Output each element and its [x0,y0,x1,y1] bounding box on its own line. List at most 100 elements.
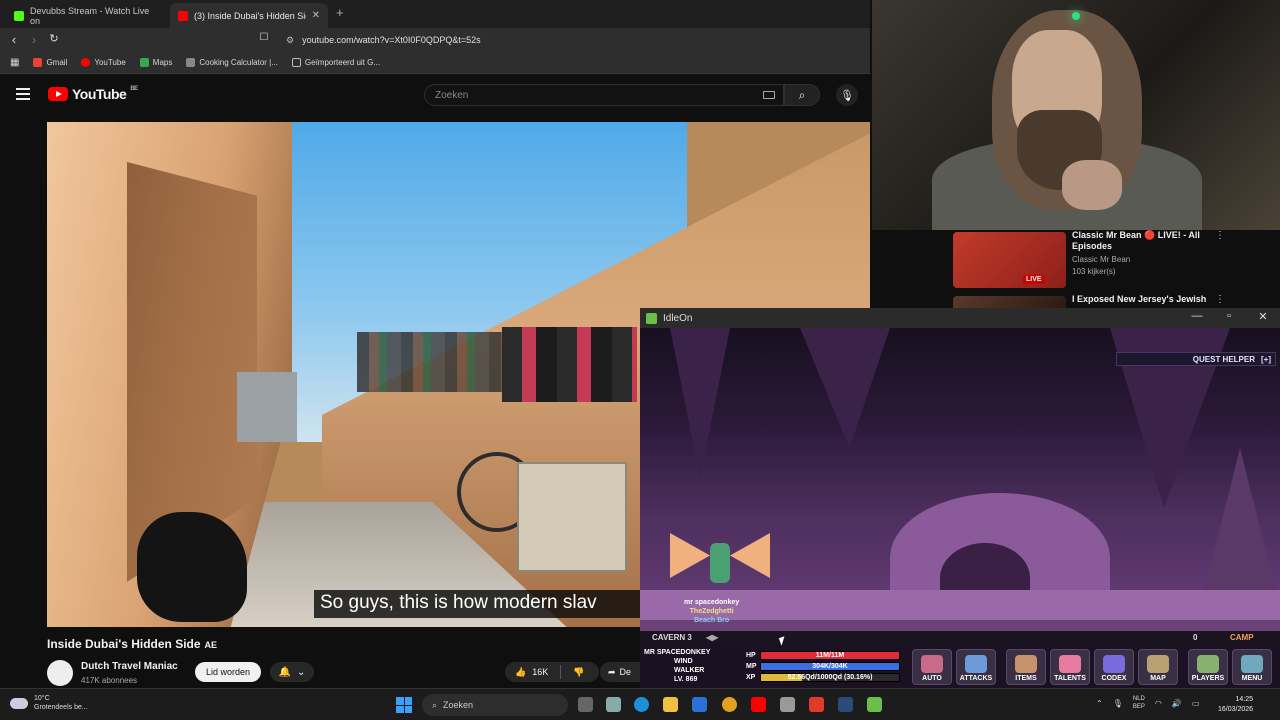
chevron-down-icon: ⌄ [297,666,306,678]
file-explorer-icon[interactable] [663,697,678,712]
webcam-overlay [872,0,1280,230]
bookmark-youtube[interactable]: YouTube [81,58,126,67]
idleon-titlebar[interactable]: IdleOn — ▫ ✕ [640,308,1280,328]
bookmarks-bar: ▦ Gmail YouTube Maps Cooking Calculator … [0,52,870,74]
mic-button[interactable]: 🎙 [836,84,858,106]
character-info: MR SPACEDONKEY WIND WALKER LV. 869 [644,649,711,683]
player-character[interactable] [670,528,770,598]
auto-button[interactable]: AUTO [912,649,952,685]
players-icon [1197,655,1219,673]
channel-avatar[interactable] [47,660,73,686]
weather-widget[interactable]: 10°C Grotendeels be... [10,694,88,712]
recommended-title: I Exposed New Jersey's Jewish [1072,294,1207,304]
idleon-window[interactable]: IdleOn — ▫ ✕ QUEST HELPER [+] mr spacedo… [640,308,1280,688]
calculator-icon[interactable] [780,697,795,712]
chevron-up-icon[interactable]: ⌃ [1096,699,1103,708]
attacks-button[interactable]: ATTACKS [956,649,996,685]
zone-arrows-icon[interactable]: ◀▶ [706,633,718,642]
items-button[interactable]: ITEMS [1006,649,1046,685]
player-count: 0 [1193,633,1198,642]
idleon-taskbar-icon[interactable] [867,697,882,712]
cloud-icon [10,697,28,709]
windows-taskbar: 10°C Grotendeels be... ⌕ Zoeken ⌃ 🎙 NLD BE… [0,688,1280,720]
codex-button[interactable]: CODEX [1094,649,1134,685]
like-dislike-button[interactable]: 👍 16K 👎 [505,662,599,682]
forward-icon[interactable]: › [26,32,42,47]
wing-right [730,533,770,578]
site-info-icon[interactable]: ⚙ [286,35,294,46]
reload-icon[interactable]: ↻ [46,32,62,45]
wing-left [670,533,710,578]
talents-button[interactable]: TALENTS [1050,649,1090,685]
quest-helper-panel[interactable]: QUEST HELPER [+] [1116,352,1276,366]
clock[interactable]: 14:25 16/03/2026 [1218,695,1253,715]
bookmark-maps[interactable]: Maps [139,58,172,67]
notification-button[interactable]: 🔔 ⌄ [270,662,314,682]
windows-start-icon[interactable] [396,697,412,713]
back-icon[interactable]: ‹ [6,32,22,47]
edge-icon[interactable] [634,697,649,712]
youtube-app-icon[interactable] [751,697,766,712]
recommended-title: Classic Mr Bean 🔴 LIVE! - All Episodes [1072,230,1200,251]
outlook-icon[interactable] [692,697,707,712]
search-button[interactable]: ⌕ [784,84,820,106]
like-icon[interactable]: 👍 [515,667,526,678]
stalagmite [1200,448,1280,608]
share-button[interactable]: ➦ De [600,662,640,682]
recommended-viewers: 103 kijker(s) [1072,267,1116,276]
bookmark-cooking[interactable]: Cooking Calculator |... [186,58,278,67]
codex-icon [1103,655,1125,673]
menu-icon[interactable] [16,88,30,100]
more-options-icon[interactable]: ⋮ [1215,230,1225,241]
game-scene[interactable]: QUEST HELPER [+] [640,328,1280,640]
menu-button[interactable]: MENU [1232,649,1272,685]
tab-kick-stream[interactable]: Devubbs Stream - Watch Live on [6,3,166,28]
player-nameplate: mr spacedonkey TheZedghetti Beach Bro [684,599,740,624]
language-indicator[interactable]: NLD BEP [1133,695,1145,711]
store-icon[interactable] [606,697,621,712]
bookmark-folder[interactable]: Geïmporteerd uit G... [291,58,380,67]
volume-icon[interactable]: 🔊 [1172,699,1182,708]
video-thumbnail[interactable]: LIVE [953,232,1066,288]
mic-tray-icon[interactable]: 🎙 [1113,699,1123,708]
like-count: 16K [532,667,549,677]
stat-bars: HP 11M/11M MP 304K/304K XP 52.56Qd/1000Qd (… [746,650,900,683]
keyboard-icon[interactable] [763,91,775,99]
more-options-icon[interactable]: ⋮ [1215,294,1225,305]
join-button[interactable]: Lid worden [195,662,261,682]
camp-button[interactable]: CAMP [1230,633,1254,642]
bookmark-gmail[interactable]: Gmail [33,58,67,67]
divider [560,665,562,679]
youtube-logo[interactable]: YouTube BE [48,86,138,102]
zone-bar: CAVERN 3 ◀▶ 0 CAMP [640,631,1280,645]
close-icon[interactable]: ✕ [1254,310,1272,323]
channel-name[interactable]: Dutch Travel Maniac [81,661,178,672]
chrome-icon[interactable] [722,697,737,712]
search-input[interactable]: Zoeken [424,84,784,106]
apps-icon[interactable]: ▦ [10,57,19,68]
maximize-icon[interactable]: ▫ [1220,310,1238,322]
taskbar-search[interactable]: ⌕ Zoeken [422,694,568,716]
quest-helper-expand[interactable]: [+] [1261,355,1271,364]
recommended-item[interactable]: LIVE Classic Mr Bean 🔴 LIVE! - All Episo… [953,230,1233,294]
task-view-icon[interactable] [578,697,593,712]
tab-title: Devubbs Stream - Watch Live on [30,5,150,26]
video-frame-crate [517,462,627,572]
dislike-icon[interactable]: 👎 [573,667,584,678]
brave-icon[interactable] [809,697,824,712]
map-button[interactable]: MAP [1138,649,1178,685]
battery-icon[interactable]: ▭ [1192,699,1200,708]
tab-youtube[interactable]: (3) Inside Dubai's Hidden Side ✕ [170,3,328,28]
minimize-icon[interactable]: — [1188,310,1206,322]
address-bar[interactable]: ⚙ youtube.com/watch?v=Xt0I0F0QDPQ&t=52s [278,31,858,49]
players-button[interactable]: PLAYERS [1188,649,1228,685]
wifi-icon[interactable]: ◠ [1155,699,1162,708]
close-tab-icon[interactable]: ✕ [312,10,320,21]
stalactite [670,328,730,478]
bookmark-icon[interactable]: ☐ [256,32,272,43]
share-icon: ➦ [608,666,616,677]
steam-icon[interactable] [838,697,853,712]
webcam-person-hand [1062,160,1122,210]
idleon-app-icon [646,312,657,324]
new-tab-button[interactable]: + [336,5,344,20]
